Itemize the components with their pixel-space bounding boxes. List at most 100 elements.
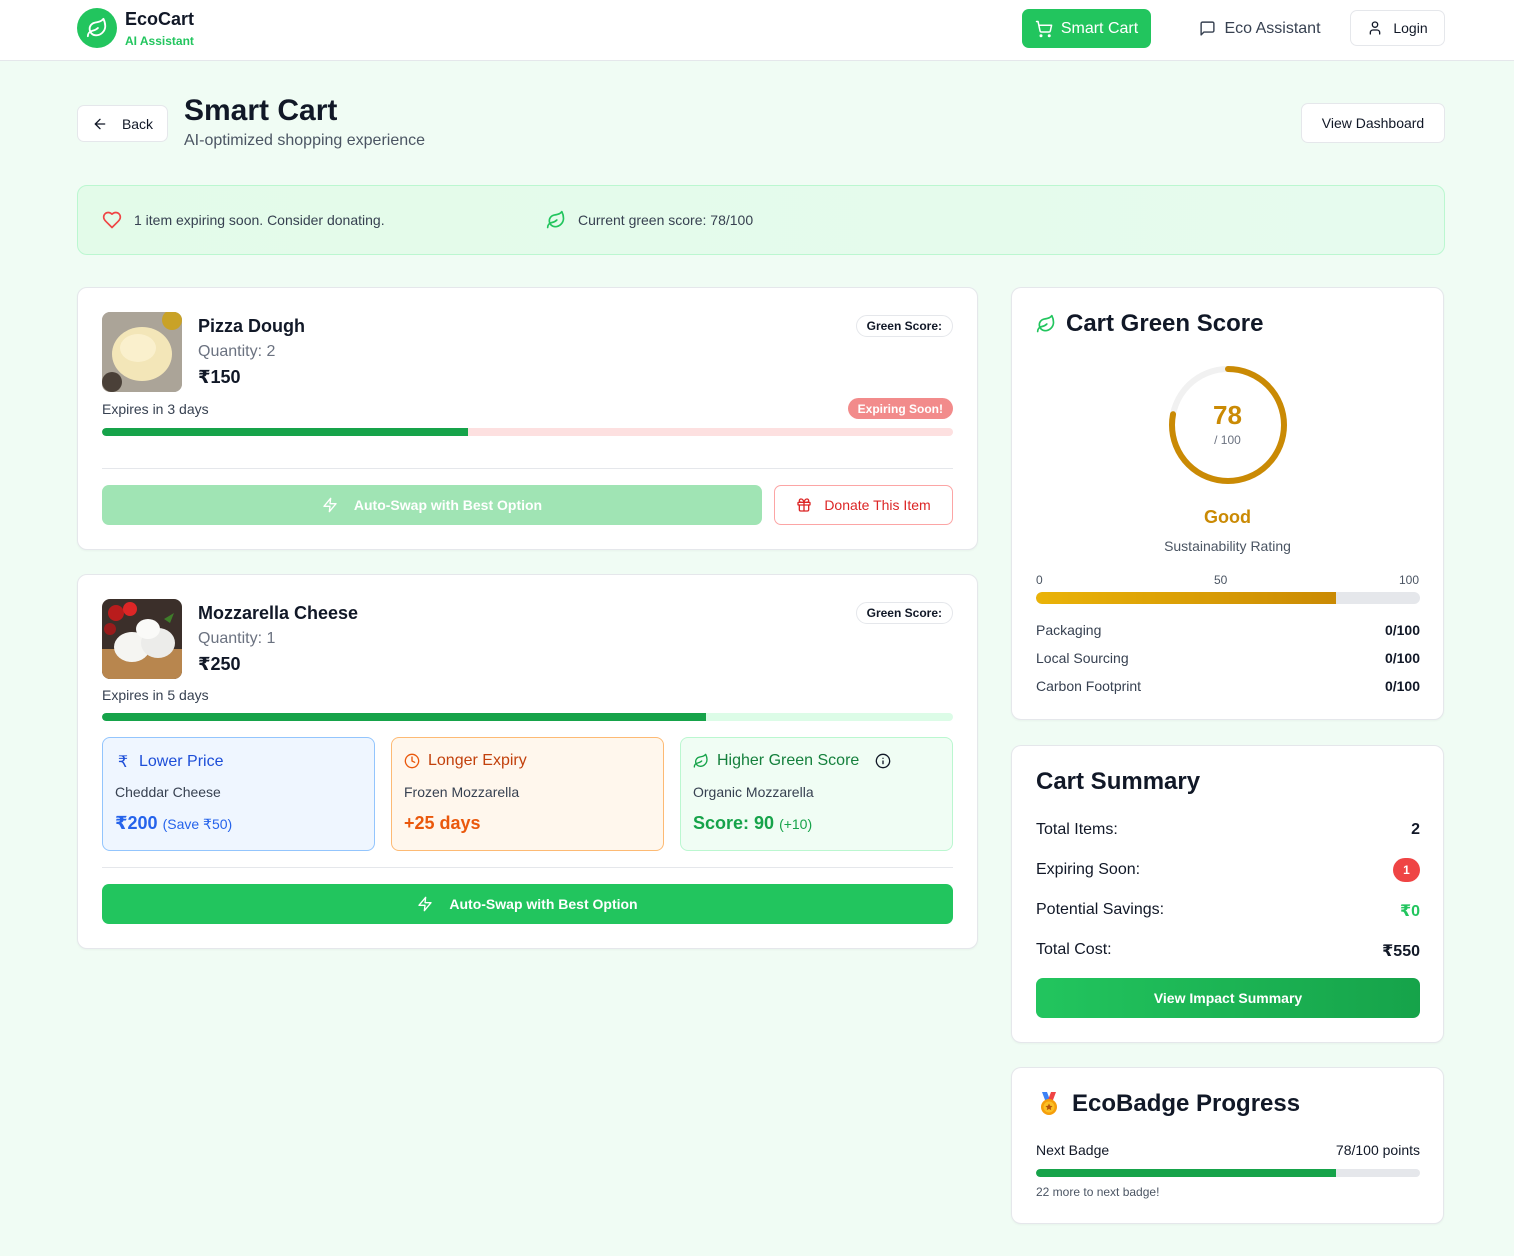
login-button[interactable]: Login [1350, 10, 1445, 46]
badge-points: 78/100 points [1335, 1142, 1420, 1158]
alt-title: Longer Expiry [404, 752, 527, 770]
shelf-life-bar [102, 428, 953, 436]
page-subtitle: AI-optimized shopping experience [184, 132, 426, 149]
alternative-lower-price[interactable]: ₹ Lower Price Cheddar Cheese ₹200 (Save … [102, 737, 375, 851]
clock-icon [404, 753, 420, 769]
alert-banner: 1 item expiring soon. Consider donating.… [77, 185, 1445, 255]
nav-eco-assistant-button[interactable]: Eco Assistant [1190, 9, 1330, 48]
donate-item-button[interactable]: Donate This Item [774, 485, 953, 525]
expiring-alert-text: 1 item expiring soon. Consider donating. [134, 212, 385, 228]
green-score-badge: Green Score: [855, 602, 953, 624]
summary-row: Expiring Soon: 1 [1036, 858, 1420, 882]
expiry-text: Expires in 5 days [102, 687, 209, 703]
breakdown-label: Local Sourcing [1036, 650, 1129, 666]
score-value: 78 [1213, 400, 1242, 430]
rupee-icon: ₹ [117, 754, 129, 771]
item-quantity: Quantity: 1 [198, 630, 276, 647]
auto-swap-label: Auto-Swap with Best Option [449, 896, 638, 912]
cart-summary-card: Cart Summary Total Items: 2 Expiring Soo… [1011, 745, 1444, 1043]
brand-name[interactable]: EcoCart [125, 9, 194, 30]
breakdown-label: Carbon Footprint [1036, 678, 1142, 694]
summary-value: ₹550 [1382, 943, 1420, 960]
rating-text: Good [1204, 507, 1251, 527]
breakdown-value: 0/100 [1384, 622, 1420, 638]
green-score-alert-text: Current green score: 78/100 [578, 212, 754, 228]
alt-title-text: Higher Green Score [717, 752, 860, 769]
expiring-alert: 1 item expiring soon. Consider donating. [102, 210, 385, 230]
summary-value: ₹0 [1399, 903, 1420, 920]
expiring-count-badge: 1 [1393, 858, 1420, 882]
alt-value: ₹200 (Save ₹50) [115, 813, 232, 834]
breakdown-row: Local Sourcing 0/100 [1036, 650, 1420, 666]
score-bar [1036, 592, 1420, 604]
alt-title: Higher Green Score [693, 752, 891, 770]
breakdown-row: Carbon Footprint 0/100 [1036, 678, 1420, 694]
ecobadge-progress-card: EcoBadge Progress Next Badge 78/100 poin… [1011, 1067, 1444, 1224]
divider [102, 867, 953, 868]
nav-smart-cart-label: Smart Cart [1060, 19, 1139, 37]
leaf-icon [546, 210, 565, 229]
breakdown-row: Packaging 0/100 [1036, 622, 1420, 638]
item-name: Mozzarella Cheese [198, 603, 359, 623]
alt-title: ₹ Lower Price [115, 752, 224, 772]
page-title: Smart Cart [184, 94, 338, 127]
auto-swap-label: Auto-Swap with Best Option [353, 497, 543, 513]
scale-min: 0 [1036, 573, 1043, 587]
nav-eco-assistant-label: Eco Assistant [1224, 19, 1321, 37]
pizza-dough-image [102, 312, 182, 392]
card-title-text: Cart Green Score [1066, 310, 1264, 337]
scale-max: 100 [1398, 573, 1419, 587]
card-title: Cart Summary [1036, 768, 1201, 795]
alt-item-name: Organic Mozzarella [693, 784, 814, 800]
next-badge-label: Next Badge [1036, 1142, 1110, 1158]
item-price: ₹150 [198, 367, 241, 387]
arrow-left-icon [94, 118, 106, 129]
breakdown-value: 0/100 [1384, 678, 1420, 694]
leaf-icon [1036, 314, 1055, 333]
auto-swap-button[interactable]: Auto-Swap with Best Option [102, 485, 762, 525]
badge-progress-fill [1036, 1169, 1336, 1177]
medal-icon [1041, 1092, 1057, 1115]
divider [102, 468, 953, 469]
summary-label: Expiring Soon: [1036, 861, 1141, 878]
card-title: Cart Green Score [1036, 310, 1263, 338]
top-navigation-bar: EcoCart AI Assistant Smart Cart Eco Assi… [0, 0, 1514, 61]
view-impact-summary-button[interactable]: View Impact Summary [1036, 978, 1420, 1018]
score-bar-fill [1036, 592, 1336, 604]
summary-label: Total Items: [1036, 821, 1118, 838]
donate-label: Donate This Item [824, 497, 931, 513]
view-dashboard-button[interactable]: View Dashboard [1301, 103, 1445, 143]
back-label: Back [121, 115, 154, 132]
cart-item-card: Pizza Dough Quantity: 2 ₹150 Green Score… [77, 287, 978, 550]
item-name: Pizza Dough [198, 316, 305, 336]
user-icon [1370, 21, 1381, 35]
breakdown-label: Packaging [1036, 622, 1102, 638]
cart-icon [1035, 20, 1053, 37]
expiry-text: Expires in 3 days [102, 401, 209, 417]
badge-remaining-text: 22 more to next badge! [1036, 1185, 1160, 1199]
expiring-soon-badge: Expiring Soon! [847, 398, 953, 419]
alt-value: +25 days [404, 813, 481, 833]
shelf-life-fill [102, 428, 468, 436]
scale-mid: 50 [1214, 573, 1228, 587]
alt-score: Score: 90 [693, 813, 775, 833]
score-max: / 100 [1214, 433, 1241, 447]
summary-row: Potential Savings: ₹0 [1036, 901, 1420, 921]
alternative-longer-expiry[interactable]: Longer Expiry Frozen Mozzarella +25 days [391, 737, 664, 851]
alternative-higher-green-score[interactable]: Higher Green Score Organic Mozzarella Sc… [680, 737, 953, 851]
alt-savings: (Save ₹50) [162, 816, 233, 832]
cart-green-score-card: Cart Green Score 78 / 100 Good Sustainab… [1011, 287, 1444, 720]
nav-smart-cart-button[interactable]: Smart Cart [1022, 9, 1151, 48]
auto-swap-button[interactable]: Auto-Swap with Best Option [102, 884, 953, 924]
shelf-life-fill [102, 713, 707, 721]
lightning-icon [418, 896, 433, 912]
leaf-logo-icon[interactable] [77, 8, 117, 48]
back-button[interactable]: Back [77, 105, 168, 142]
breakdown-value: 0/100 [1384, 650, 1420, 666]
card-title: EcoBadge Progress [1036, 1090, 1300, 1118]
alt-value: Score: 90 (+10) [693, 813, 812, 834]
info-icon[interactable] [875, 753, 891, 769]
alt-item-name: Cheddar Cheese [115, 784, 221, 800]
summary-row: Total Cost: ₹550 [1036, 941, 1420, 961]
card-title-text: EcoBadge Progress [1072, 1090, 1301, 1117]
